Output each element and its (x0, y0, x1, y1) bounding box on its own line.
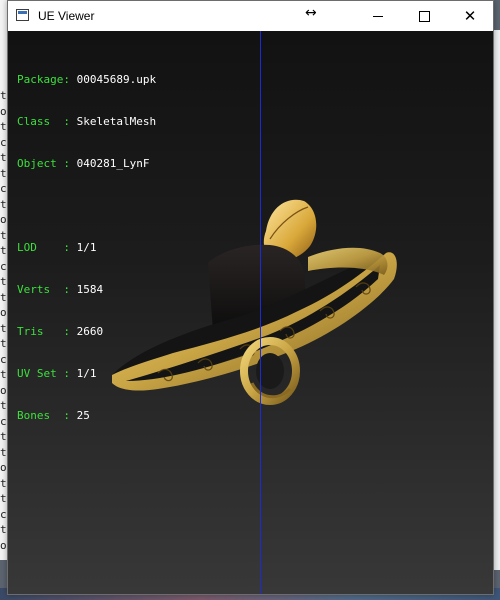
console-glyph: t (0, 197, 7, 211)
console-glyph: c (0, 135, 7, 149)
console-glyph: t (0, 430, 7, 443)
minimize-icon (373, 15, 383, 17)
console-glyph: t (0, 89, 7, 102)
vertical-axis-line (260, 31, 261, 594)
console-glyph: t (0, 399, 7, 412)
minimize-button[interactable] (355, 1, 401, 31)
console-glyph: t (0, 445, 7, 459)
app-icon (16, 9, 29, 21)
console-glyph: o (0, 306, 7, 319)
resize-cursor-icon: ↔ (305, 5, 317, 21)
3d-viewport[interactable]: Package: 00045689.upk Class : SkeletalMe… (8, 31, 493, 594)
title-bar[interactable]: UE Viewer ↔ ✕ (8, 1, 493, 31)
maximize-icon (418, 10, 430, 22)
console-glyph: o (0, 383, 7, 397)
console-glyph: o (0, 104, 7, 118)
console-glyph: t (0, 337, 7, 350)
info-row-class: Class : SkeletalMesh (17, 115, 157, 128)
info-row-lod: LOD : 1/1 (17, 241, 97, 254)
console-glyph: c (0, 352, 7, 366)
console-glyph: c (0, 259, 7, 273)
mesh-info-panel: Package: 00045689.upk Class : SkeletalMe… (17, 45, 156, 451)
info-row-bones: Bones : 25 (17, 409, 90, 422)
window-title: UE Viewer (38, 9, 95, 23)
info-row-uvset: UV Set : 1/1 (17, 367, 97, 380)
console-glyph: t (0, 290, 7, 304)
maximize-button[interactable] (401, 1, 447, 31)
info-row-verts: Verts : 1584 (17, 283, 104, 296)
ue-viewer-window: UE Viewer ↔ ✕ Package: 00045689.upk Clas… (7, 0, 494, 595)
console-glyph: t (0, 368, 7, 381)
info-row-object: Object : 040281_LynF (17, 157, 150, 170)
console-glyph: t (0, 476, 7, 490)
console-glyph: t (0, 244, 7, 257)
console-glyph: t (0, 166, 7, 180)
console-glyph: t (0, 275, 7, 288)
console-glyph: o (0, 538, 7, 552)
console-glyph: t (0, 120, 7, 133)
console-glyph: o (0, 461, 7, 474)
info-row-package: Package: 00045689.upk (17, 73, 157, 86)
console-glyph: t (0, 151, 7, 164)
console-glyph: t (0, 321, 7, 335)
console-glyph: o (0, 213, 7, 226)
close-icon: ✕ (463, 6, 477, 25)
console-glyph: c (0, 182, 7, 195)
info-row-tris: Tris : 2660 (17, 325, 104, 338)
console-glyph: c (0, 414, 7, 428)
console-glyph: t (0, 492, 7, 505)
console-glyph: t (0, 523, 7, 536)
close-button[interactable]: ✕ (447, 1, 493, 31)
console-glyph: c (0, 507, 7, 521)
console-glyph: t (0, 228, 7, 242)
